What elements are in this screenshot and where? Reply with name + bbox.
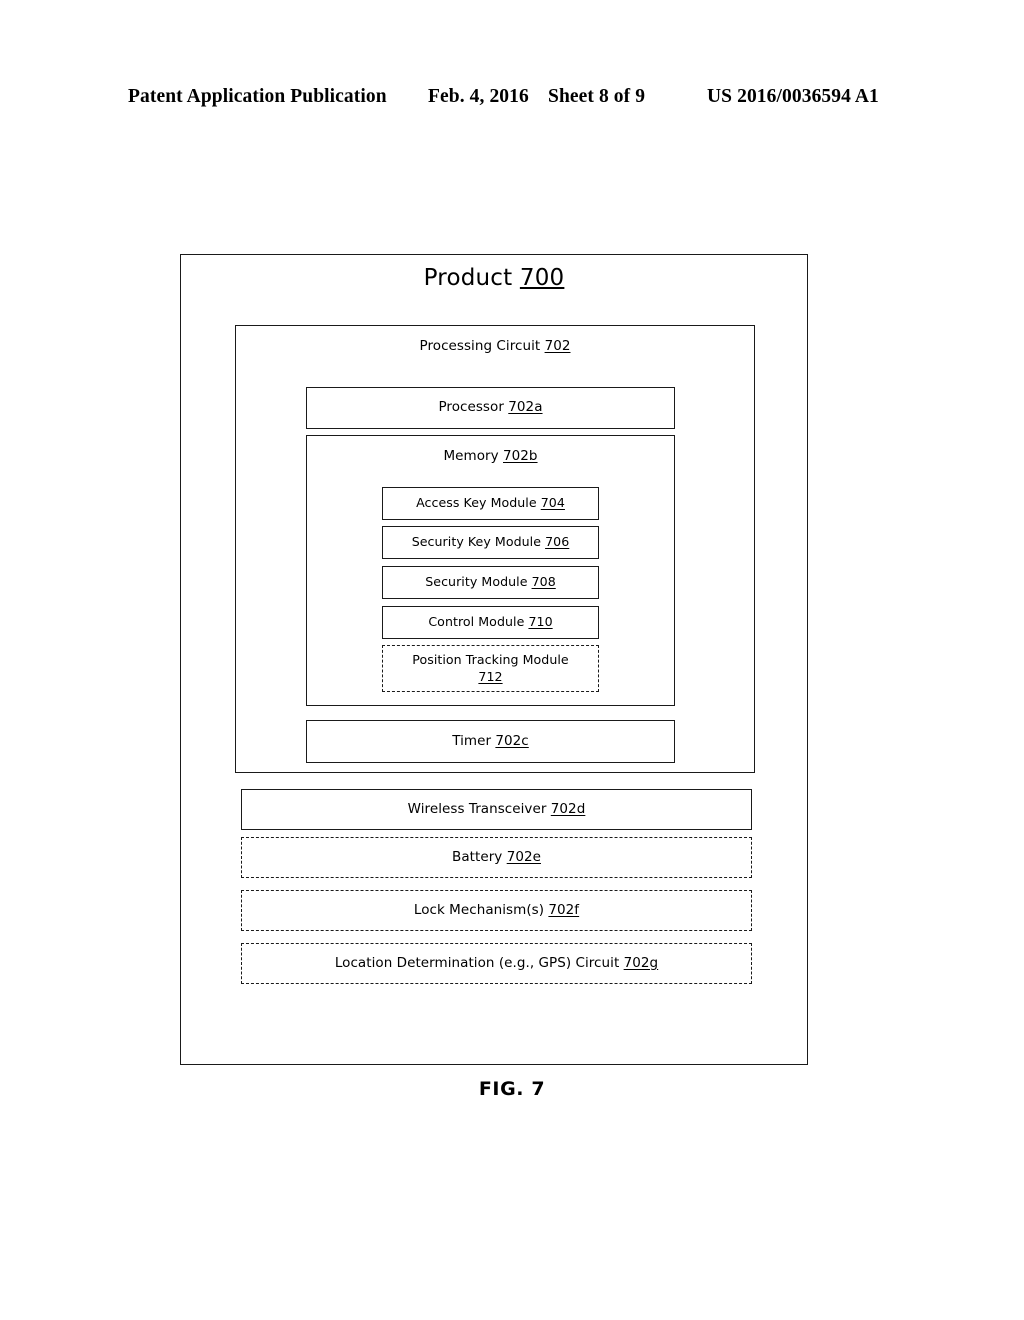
product-block: Product 700 Processing Circuit 702 Proce…: [180, 254, 808, 1065]
timer-ref-numeral: 702c: [495, 732, 529, 749]
location-determination-label: Location Determination (e.g., GPS) Circu…: [334, 954, 620, 971]
memory-title: Memory 702b: [443, 448, 537, 466]
page-header: Patent Application Publication Feb. 4, 2…: [0, 86, 1024, 116]
header-patent-number: US 2016/0036594 A1: [707, 86, 879, 107]
lock-mechanism-label: Lock Mechanism(s): [413, 901, 545, 918]
timer-label: Timer: [452, 732, 492, 749]
timer-title: Timer 702c: [452, 733, 529, 751]
memory-ref-numeral: 702b: [503, 448, 538, 464]
location-determination-title: Location Determination (e.g., GPS) Circu…: [335, 955, 658, 973]
access-key-module-ref-numeral: 704: [540, 495, 565, 511]
processor-block: Processor 702a: [306, 387, 675, 429]
control-module-ref-numeral: 710: [528, 614, 553, 630]
memory-block: Memory 702b Access Key Module 704 Securi…: [306, 435, 675, 706]
wireless-transceiver-label: Wireless Transceiver: [407, 800, 547, 817]
product-title: Product 700: [181, 265, 807, 291]
security-key-module-ref-numeral: 706: [545, 534, 570, 550]
position-tracking-module-label: Position Tracking Module: [412, 651, 569, 667]
control-module-title: Control Module 710: [428, 614, 552, 631]
access-key-module-block: Access Key Module 704: [382, 487, 599, 520]
security-key-module-title: Security Key Module 706: [412, 534, 570, 551]
access-key-module-title: Access Key Module 704: [416, 495, 565, 512]
battery-block: Battery 702e: [241, 837, 752, 878]
lock-mechanism-title: Lock Mechanism(s) 702f: [414, 902, 579, 920]
wireless-transceiver-title: Wireless Transceiver 702d: [408, 801, 586, 819]
access-key-module-label: Access Key Module: [416, 495, 537, 511]
processing-circuit-title: Processing Circuit 702: [420, 338, 571, 356]
lock-mechanism-ref-numeral: 702f: [548, 901, 580, 918]
header-date-label: Feb. 4, 2016: [428, 86, 529, 107]
product-ref-numeral: 700: [519, 265, 565, 291]
control-module-label: Control Module: [428, 614, 525, 630]
processor-ref-numeral: 702a: [508, 399, 543, 416]
memory-label: Memory: [443, 448, 499, 464]
battery-ref-numeral: 702e: [506, 848, 541, 865]
security-key-module-block: Security Key Module 706: [382, 526, 599, 559]
lock-mechanism-block: Lock Mechanism(s) 702f: [241, 890, 752, 931]
processing-circuit-label: Processing Circuit: [419, 338, 541, 354]
location-determination-block: Location Determination (e.g., GPS) Circu…: [241, 943, 752, 984]
security-module-ref-numeral: 708: [531, 574, 556, 590]
wireless-transceiver-ref-numeral: 702d: [550, 800, 586, 817]
processing-circuit-ref-numeral: 702: [544, 338, 571, 354]
processor-title: Processor 702a: [438, 399, 542, 417]
security-module-title: Security Module 708: [425, 574, 556, 591]
control-module-block: Control Module 710: [382, 606, 599, 639]
position-tracking-module-ref-numeral: 712: [478, 668, 503, 684]
figure-caption: FIG. 7: [478, 1078, 546, 1100]
processor-label: Processor: [438, 399, 504, 416]
security-module-label: Security Module: [425, 574, 528, 590]
security-module-block: Security Module 708: [382, 566, 599, 599]
battery-title: Battery 702e: [452, 849, 541, 867]
timer-block: Timer 702c: [306, 720, 675, 763]
wireless-transceiver-block: Wireless Transceiver 702d: [241, 789, 752, 830]
header-publication-label: Patent Application Publication: [128, 86, 387, 107]
product-title-label: Product: [423, 265, 513, 291]
security-key-module-label: Security Key Module: [411, 534, 542, 550]
location-determination-ref-numeral: 702g: [623, 954, 659, 971]
header-sheet-label: Sheet 8 of 9: [548, 86, 646, 107]
battery-label: Battery: [452, 848, 503, 865]
position-tracking-module-block: Position Tracking Module 712: [382, 645, 599, 692]
